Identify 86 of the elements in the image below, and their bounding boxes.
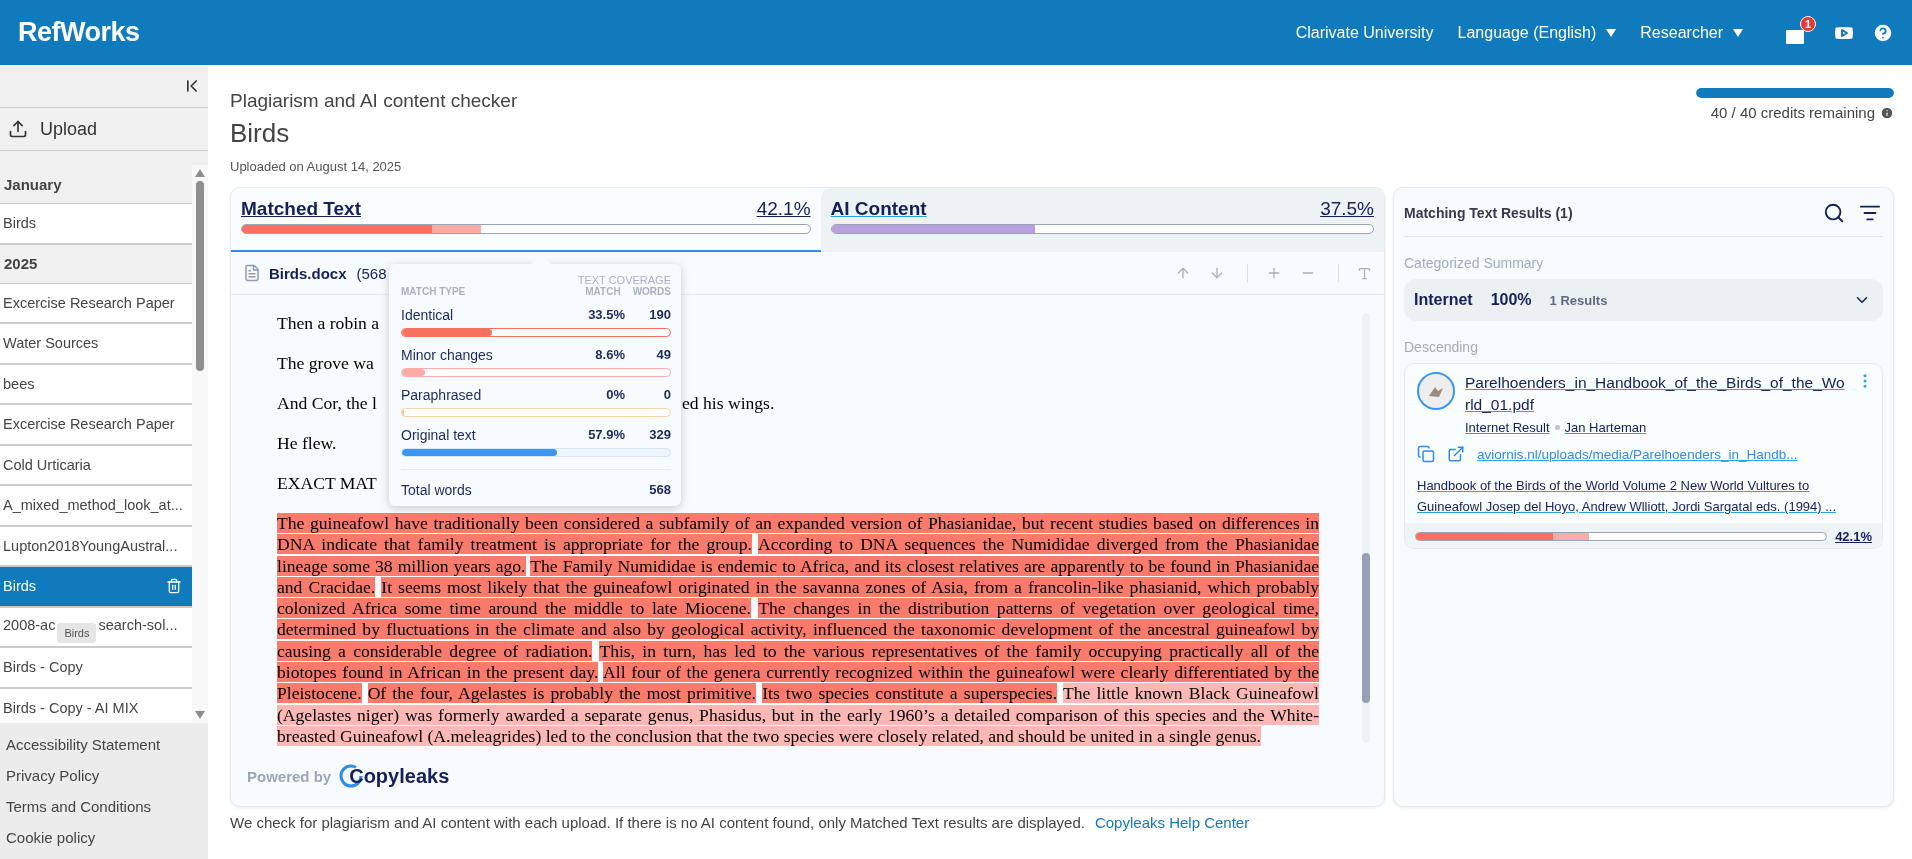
group-heading: 2025 — [0, 244, 192, 284]
caret-icon — [1733, 28, 1743, 37]
url-link[interactable]: aviornis.nl/uploads/media/Parelhoenders_in_Handb... — [1477, 446, 1798, 462]
highlighted-passage: The guineafowl have traditionally been considered a subfamily of an expanded version of Phasianidae, but recent studies based on differences in DNA indicate that family treatment is appropriate for the group. According to DNA sequences the Numididae diverged from the Phasianidae lineage some 38 million years ago. The Family Numididae is endemic to Africa, and its closest relatives are apparently to be found in Phasianidae and Cracidae. It seems most likely that the guineafowl originated in the savanna zones of Asia, from a francolin-like phasianid, which probably colonized Africa some time around the middle to late Miocene. The changes in the distribution patterns of vegetation over geological time, determined by fluctuations in the climate and also by geological activity, influenced the taxonomic development of the ancestral guineafowl by causing a considerable degree of radiation. This, in turn, has led to the various representatives of the family occupying practically all of the biotopes found in African in the present day. All four of the genera currently recognized within the guineafowl were clearly differentiated by the Pleistocene. Of the four, Agelastes is probably the most primitive. Its two species constitute a superspecies. The little known Black Guineafowl (Agelastes niger) was formerly awarded a separate genus, Phasidus, but in the early 1960’s a detailed comparison of this species and the White-breasted Guineafowl (A.meleagrides) led to the conclusion that the two species were closely related, and should be united in a single genus. — [277, 513, 1319, 748]
info-icon[interactable] — [1880, 105, 1894, 120]
nav-link[interactable]: Clarivate University — [1295, 23, 1434, 42]
column-heading: MATCH — [585, 286, 621, 297]
document-text: He flew. — [277, 433, 337, 454]
zoom-in-icon[interactable] — [1266, 265, 1282, 281]
footer-link[interactable]: Privacy Policy — [6, 767, 202, 784]
caret-icon — [1606, 28, 1617, 37]
tooltip: Birds — [57, 622, 97, 643]
summary-row[interactable]: Internet 100% 1 Results — [1404, 279, 1883, 321]
excerpt-link[interactable]: Handbook of the Birds of the World Volume 2 New World Vultures to Guineafowl Josep del Hoyo, Andrew Wlliott, Jordi Sargatal eds. (1994) ... — [1405, 463, 1882, 523]
column-heading: WORDS — [632, 286, 671, 297]
file-meta: (568 — [356, 264, 387, 282]
mail-button[interactable]: 1 — [1783, 16, 1816, 49]
document-text: And Cor, the l — [277, 393, 378, 414]
scroll-down-icon[interactable] — [194, 711, 206, 719]
match-type: Minor changes — [401, 347, 494, 363]
section-heading: Categorized Summary — [1404, 255, 1545, 271]
powered-by-label: Powered by — [247, 767, 332, 785]
trash-icon[interactable] — [166, 578, 182, 595]
results-title: Matching Text Results (1) — [1404, 205, 1573, 221]
total-label: Total words — [401, 482, 472, 498]
match-percent: 33.5% — [587, 307, 625, 323]
footer-link[interactable]: Accessibility Statement — [6, 736, 202, 753]
document-text: ed his wings. — [682, 393, 775, 414]
tab-percent: 37.5% — [1320, 198, 1374, 220]
column-heading: TEXT COVERAGE — [577, 274, 671, 286]
word-count: 329 — [648, 427, 671, 443]
total-count: 568 — [649, 482, 671, 498]
external-link-icon[interactable] — [1447, 445, 1465, 463]
scroll-thumb[interactable] — [1362, 553, 1370, 703]
font-icon[interactable] — [1357, 265, 1372, 281]
brand-logo: Copyleaks — [339, 764, 450, 788]
file-name: Birds.docx — [269, 264, 347, 282]
document-text: EXACT MAT — [277, 473, 377, 494]
scrollbar[interactable] — [192, 165, 208, 723]
column-heading: MATCH TYPE — [401, 286, 467, 297]
upload-icon — [8, 119, 28, 139]
page-title: Birds — [230, 118, 291, 149]
scrollbar[interactable] — [1362, 313, 1370, 743]
match-percent: 8.6% — [594, 347, 625, 363]
document-text: The grove wa — [277, 353, 374, 374]
footer-note: We check for plagiarism and AI content with each upload. If there is no AI content found, only Matched Text results are displayed. — [230, 814, 1085, 831]
match-percent: 57.9% — [587, 427, 625, 443]
upload-date: Uploaded on August 14, 2025 — [230, 159, 403, 174]
scroll-up-icon[interactable] — [194, 169, 206, 177]
match-type: Original text — [401, 427, 477, 443]
result-title-link[interactable]: Parelhoenders_in_Handbook_of_the_Birds_of_the_World_01.pdf — [1465, 372, 1846, 416]
credits-text: 40 / 40 credits remaining — [1710, 104, 1875, 121]
logo[interactable]: RefWorks — [18, 17, 1296, 48]
author-link[interactable]: Jan Harteman — [1564, 420, 1647, 435]
dropdown-menu[interactable]: Language (English) — [1457, 23, 1617, 42]
item-label: search-sol... — [98, 616, 178, 635]
help-icon[interactable] — [1872, 21, 1894, 44]
document-icon — [243, 264, 261, 282]
match-type: Paraphrased — [401, 387, 483, 403]
sort-label: Descending — [1404, 339, 1479, 355]
source-link[interactable]: Internet Result — [1465, 420, 1550, 435]
page-subtitle: Plagiarism and AI content checker — [230, 90, 518, 112]
source-avatar — [1417, 372, 1455, 410]
word-count: 190 — [648, 307, 671, 323]
match-type: Identical — [401, 307, 455, 323]
footer-link[interactable]: Cookie policy — [6, 829, 202, 846]
match-percent: 0% — [605, 387, 625, 403]
search-icon[interactable] — [1823, 202, 1845, 224]
report-tab[interactable]: AI Content 37.5% — [820, 188, 1384, 252]
dropdown-menu[interactable]: Researcher — [1640, 23, 1743, 42]
report-tab[interactable]: Matched Text 42.1% — [231, 188, 821, 252]
tab-percent: 42.1% — [756, 198, 811, 220]
document-item[interactable]: Birds — [0, 567, 192, 608]
copy-icon[interactable] — [1417, 445, 1435, 463]
match-percent: 42.1% — [1835, 529, 1872, 544]
word-count: 49 — [655, 347, 671, 363]
tab-label: AI Content — [830, 198, 927, 220]
notification-badge: 1 — [1800, 16, 1816, 32]
scroll-thumb[interactable] — [196, 181, 204, 371]
tab-label: Matched Text — [241, 198, 361, 220]
document-text: Then a robin a — [277, 313, 380, 334]
help-center-link[interactable]: Copyleaks Help Center — [1094, 814, 1250, 831]
footer-link[interactable]: Terms and Conditions — [6, 798, 202, 815]
word-count: 0 — [662, 387, 671, 403]
group-heading: January — [0, 165, 192, 204]
item-label: 2008-ac — [3, 616, 56, 635]
